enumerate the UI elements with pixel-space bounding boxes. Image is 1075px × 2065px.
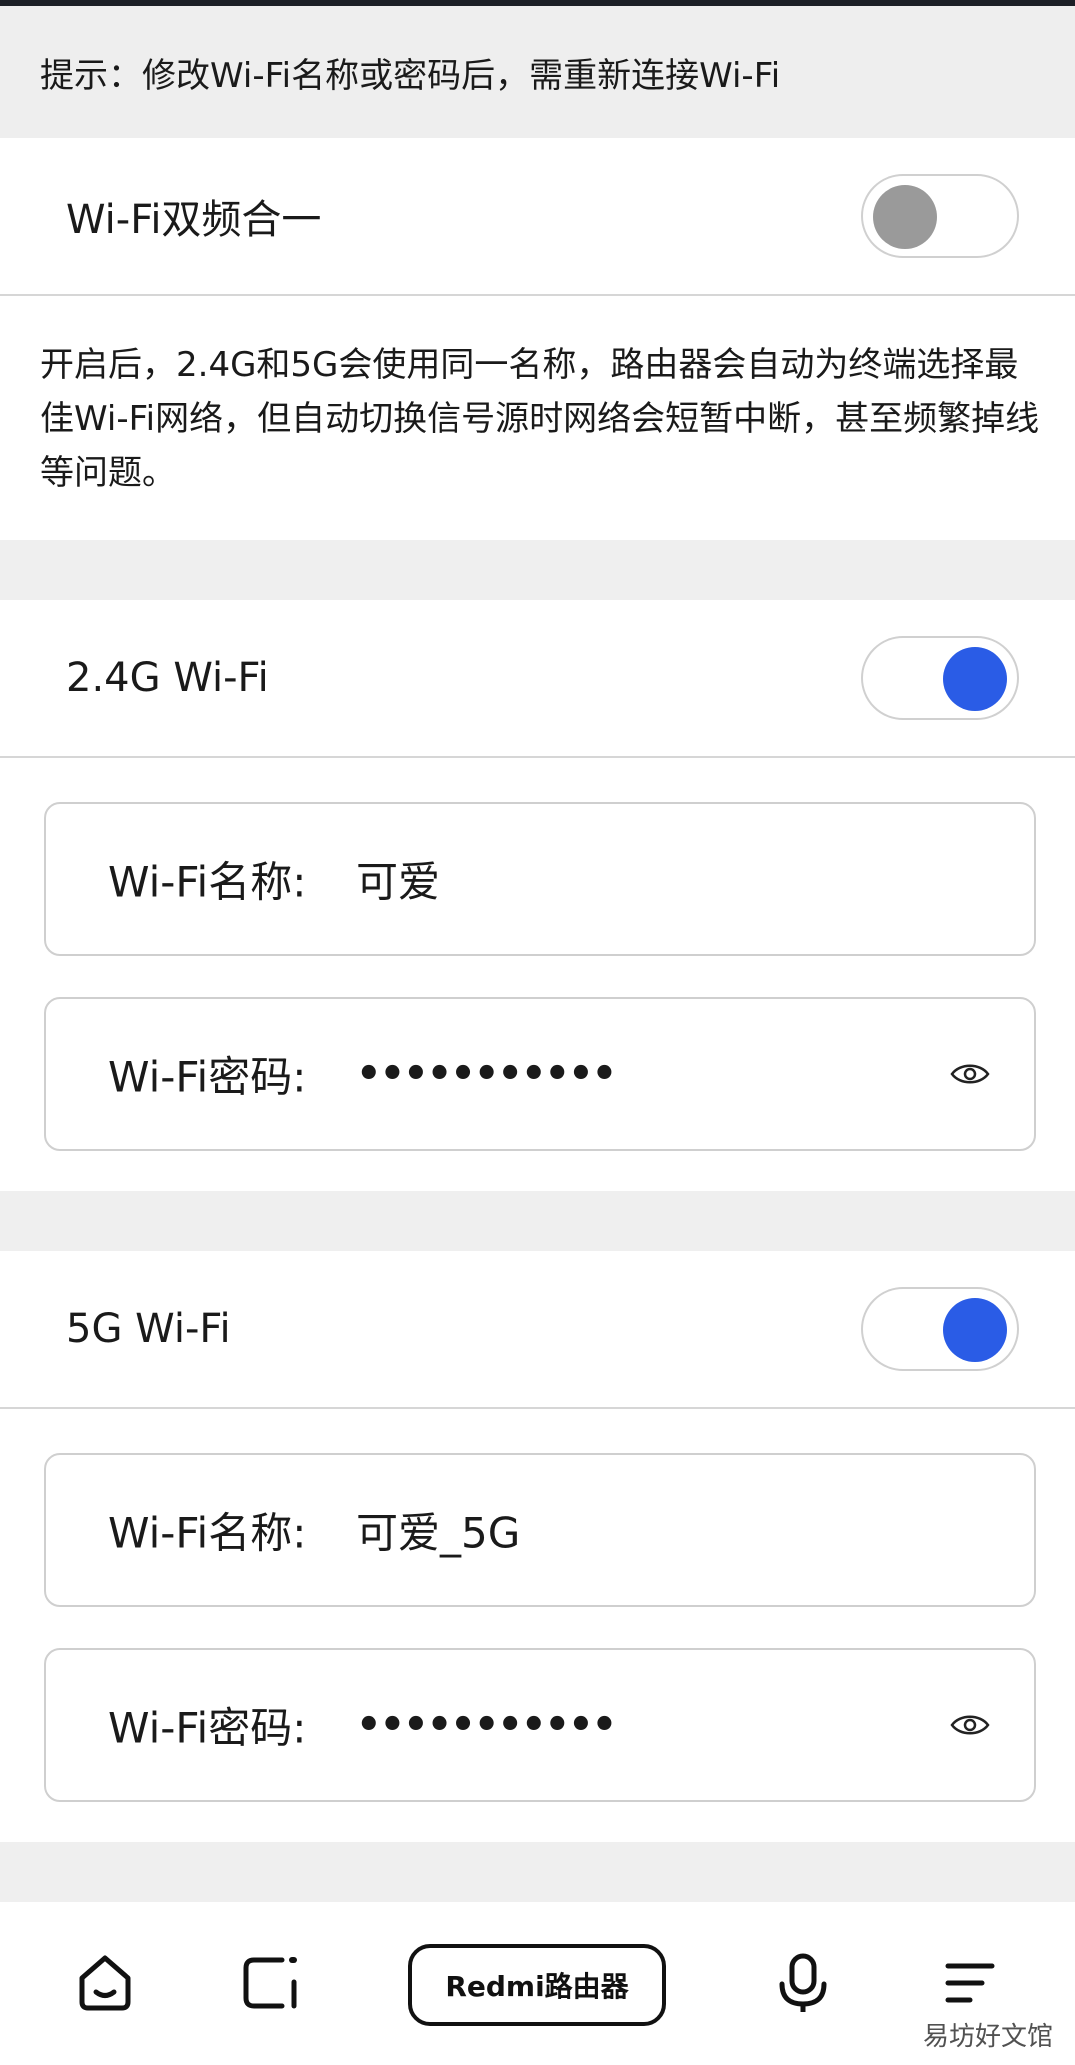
toggle-knob (943, 647, 1007, 711)
band-24g-label: 2.4G Wi-Fi (66, 655, 269, 701)
notice-banner: 提示：修改Wi-Fi名称或密码后，需重新连接Wi-Fi (0, 6, 1075, 138)
devices-icon[interactable] (240, 1952, 302, 2014)
ssid-value[interactable]: 可爱_5G (356, 1500, 520, 1561)
microphone-icon[interactable] (772, 1952, 834, 2014)
band-24g-toggle[interactable] (861, 636, 1019, 720)
eye-icon[interactable] (950, 1061, 990, 1087)
watermark: 易坊好文馆 (922, 2022, 1053, 2052)
menu-icon[interactable] (938, 1952, 1000, 2014)
dual-band-row: Wi-Fi双频合一 (0, 138, 1075, 296)
password-value[interactable]: ••••••••••• (356, 1051, 617, 1097)
bottom-nav: Redmi路由器 易坊好文馆 (0, 1902, 1075, 2065)
dual-band-label: Wi-Fi双频合一 (66, 197, 322, 243)
password-value[interactable]: ••••••••••• (356, 1702, 617, 1748)
password-label: Wi-Fi密码: (108, 1052, 307, 1102)
band-5g-toggle[interactable] (861, 1287, 1019, 1371)
band-24g-row: 2.4G Wi-Fi (0, 600, 1075, 758)
ssid-label: Wi-Fi名称: (108, 857, 307, 907)
section-divider (0, 1842, 1075, 1902)
band-24g-password-field[interactable]: Wi-Fi密码: ••••••••••• (44, 997, 1036, 1151)
dual-band-description: 开启后，2.4G和5G会使用同一名称，路由器会自动为终端选择最佳Wi-Fi网络，… (40, 345, 1040, 493)
band-24g-ssid-field[interactable]: Wi-Fi名称: 可爱 (44, 802, 1036, 956)
ssid-value[interactable]: 可爱 (356, 849, 440, 910)
brand-button[interactable]: Redmi路由器 (408, 1944, 666, 2026)
toggle-knob (873, 185, 937, 249)
band-5g-password-field[interactable]: Wi-Fi密码: ••••••••••• (44, 1648, 1036, 1802)
section-divider (0, 1191, 1075, 1251)
eye-icon[interactable] (950, 1712, 990, 1738)
password-label: Wi-Fi密码: (108, 1703, 307, 1753)
band-5g-label: 5G Wi-Fi (66, 1306, 231, 1352)
ssid-label: Wi-Fi名称: (108, 1508, 307, 1558)
band-5g-ssid-field[interactable]: Wi-Fi名称: 可爱_5G (44, 1453, 1036, 1607)
section-divider (0, 540, 1075, 600)
toggle-knob (943, 1298, 1007, 1362)
dual-band-toggle[interactable] (861, 174, 1019, 258)
home-icon[interactable] (74, 1952, 136, 2014)
band-5g-row: 5G Wi-Fi (0, 1251, 1075, 1409)
